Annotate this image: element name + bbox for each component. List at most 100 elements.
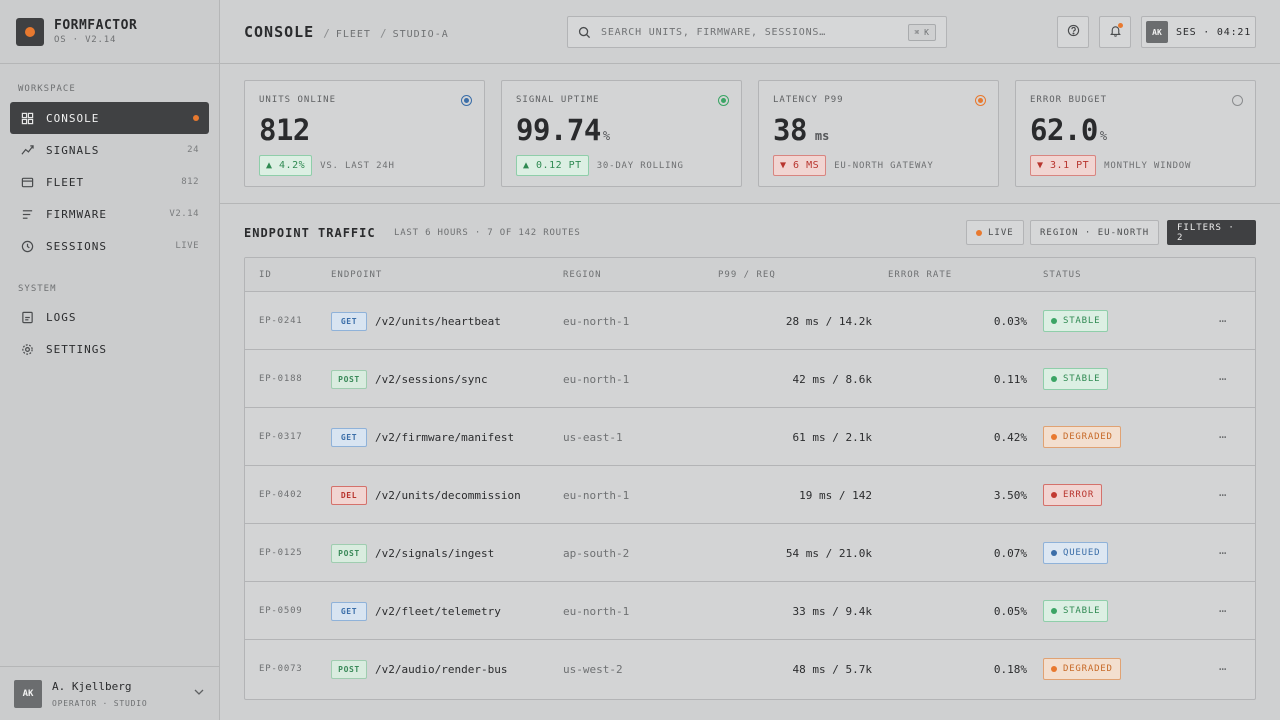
status-label: STABLE [1063, 316, 1101, 326]
session-indicator[interactable]: AK SES · 04:21 [1141, 16, 1256, 48]
user-menu[interactable]: AK A. Kjellberg OPERATOR · STUDIO [0, 666, 219, 720]
more-options-icon[interactable]: ⋯ [1219, 582, 1227, 640]
sidebar-item-fleet[interactable]: FLEET 812 [10, 166, 209, 198]
more-options-icon[interactable]: ⋯ [1219, 640, 1227, 698]
breadcrumb-separator: / [323, 27, 330, 40]
traffic-header: ENDPOINT TRAFFIC LAST 6 HOURS · 7 OF 142… [244, 220, 1256, 246]
endpoint-path[interactable]: /v2/sessions/sync [375, 373, 488, 386]
table-row[interactable]: EP-0188 POST/v2/sessions/sync eu-north-1 42… [245, 350, 1255, 408]
avatar: AK [1146, 21, 1168, 43]
status-cell: ERROR [1043, 466, 1103, 524]
p99-cell: 54 ms / 21.0k [785, 546, 872, 560]
breadcrumb-studio[interactable]: STUDIO-A [393, 29, 449, 40]
kpi-card-units-online[interactable]: UNITS ONLINE 812 ▲ 4.2% VS. LAST 24H [244, 80, 485, 187]
method-badge: GET [331, 427, 367, 447]
status-badge: ERROR [1043, 484, 1103, 506]
column-header-endpoint[interactable]: ENDPOINT [331, 270, 382, 280]
error-rate-cell: 0.07% [993, 546, 1027, 560]
kpi-card-latency-p99[interactable]: LATENCY P99 38 ms ▼ 6 MS EU-NORTH GATEWA… [758, 80, 999, 187]
more-options-icon[interactable]: ⋯ [1219, 350, 1227, 408]
filters-button[interactable]: FILTERS · 2 [1167, 220, 1256, 245]
method-badge: POST [331, 659, 367, 679]
notifications-button[interactable] [1099, 16, 1131, 48]
endpoint-path[interactable]: /v2/units/heartbeat [375, 315, 501, 328]
status-badge: STABLE [1043, 310, 1109, 332]
endpoint-id: EP-0317 [259, 432, 303, 442]
keyboard-shortcut: ⌘ K [907, 23, 936, 41]
table-row[interactable]: EP-0241 GET/v2/units/heartbeat eu-north-1 2… [245, 292, 1255, 350]
table-row[interactable]: EP-0509 GET/v2/fleet/telemetry eu-north-1 3… [245, 582, 1255, 640]
status-badge: STABLE [1043, 600, 1109, 622]
search-box[interactable]: ⌘ K [567, 16, 947, 48]
table-body: EP-0241 GET/v2/units/heartbeat eu-north-1 2… [245, 292, 1255, 698]
page-title: CONSOLE [244, 23, 315, 41]
endpoint-path[interactable]: /v2/fleet/telemetry [375, 605, 501, 618]
sidebar-item-label: FIRMWARE [46, 207, 107, 221]
sidebar-item-badge: V2.14 [169, 209, 199, 219]
column-header-status[interactable]: STATUS [1043, 270, 1082, 280]
kpi-card-signal-uptime[interactable]: SIGNAL UPTIME 99.74 % ▲ 0.12 PT 30-DAY R… [501, 80, 742, 187]
kpi-value: 38 [773, 113, 807, 147]
error-rate-cell: 0.42% [993, 430, 1027, 444]
p99-cell: 19 ms / 142 [799, 488, 872, 502]
sidebar-item-firmware[interactable]: FIRMWARE V2.14 [10, 198, 209, 230]
sidebar-item-logs[interactable]: LOGS [10, 301, 209, 333]
table-row[interactable]: EP-0402 DEL/v2/units/decommission eu-north… [245, 466, 1255, 524]
active-indicator-dot [193, 115, 199, 121]
column-header-error-rate[interactable]: ERROR RATE [888, 270, 952, 280]
kpi-card-error-budget[interactable]: ERROR BUDGET 62.0 % ▼ 3.1 PT MONTHLY WIN… [1015, 80, 1256, 187]
gear-icon [20, 342, 34, 356]
table-row[interactable]: EP-0073 POST/v2/audio/render-bus us-west-2… [245, 640, 1255, 698]
breadcrumb-fleet[interactable]: FLEET [336, 29, 371, 40]
kpi-note: VS. LAST 24H [320, 160, 395, 171]
status-dot-icon [1051, 434, 1057, 440]
kpi-delta: ▲ 0.12 PT [516, 155, 589, 176]
region-cell: ap-south-2 [563, 546, 630, 560]
sidebar-item-settings[interactable]: SETTINGS [10, 333, 209, 365]
status-dot-icon [1051, 666, 1057, 672]
column-header-p99[interactable]: P99 / REQ [718, 270, 776, 280]
endpoint-path[interactable]: /v2/firmware/manifest [375, 431, 514, 444]
help-icon [1067, 24, 1080, 40]
session-label: SES · 04:21 [1176, 26, 1252, 38]
kpi-label: SIGNAL UPTIME [516, 95, 600, 105]
endpoint-path[interactable]: /v2/audio/render-bus [375, 663, 507, 676]
sidebar-item-badge: 812 [181, 177, 199, 187]
more-options-icon[interactable]: ⋯ [1219, 524, 1227, 582]
table-row[interactable]: EP-0317 GET/v2/firmware/manifest us-east-1… [245, 408, 1255, 466]
kpi-value: 62.0 [1030, 113, 1098, 147]
p99-cell: 28 ms / 14.2k [785, 314, 872, 328]
endpoint-cell: POST/v2/sessions/sync [331, 350, 488, 408]
table-row[interactable]: EP-0125 POST/v2/signals/ingest ap-south-2 5… [245, 524, 1255, 582]
sidebar-item-badge: LIVE [175, 241, 199, 251]
error-rate-cell: 0.05% [993, 604, 1027, 618]
live-toggle-button[interactable]: LIVE [966, 220, 1024, 245]
status-badge: DEGRADED [1043, 426, 1121, 448]
more-options-icon[interactable]: ⋯ [1219, 292, 1227, 350]
sidebar-item-console[interactable]: CONSOLE [10, 102, 209, 134]
table-header-row: ID ENDPOINT REGION P99 / REQ ERROR RATE … [245, 258, 1255, 292]
status-ring-icon [1232, 95, 1243, 106]
status-ring-icon [975, 95, 986, 106]
endpoint-path[interactable]: /v2/signals/ingest [375, 547, 494, 560]
more-options-icon[interactable]: ⋯ [1219, 408, 1227, 466]
sidebar-item-badge: 24 [187, 145, 199, 155]
kpi-unit: % [602, 129, 611, 143]
status-label: STABLE [1063, 606, 1101, 616]
chevron-down-icon[interactable] [193, 686, 205, 701]
p99-cell: 42 ms / 8.6k [792, 372, 872, 386]
kpi-label: LATENCY P99 [773, 95, 844, 105]
column-header-region[interactable]: REGION [563, 270, 602, 280]
sidebar-item-sessions[interactable]: SESSIONS LIVE [10, 230, 209, 262]
help-button[interactable] [1057, 16, 1089, 48]
sidebar-item-signals[interactable]: SIGNALS 24 [10, 134, 209, 166]
error-rate-cell: 0.11% [993, 372, 1027, 386]
endpoint-path[interactable]: /v2/units/decommission [375, 489, 521, 502]
more-options-icon[interactable]: ⋯ [1219, 466, 1227, 524]
notification-dot [1118, 23, 1123, 28]
region-filter-button[interactable]: REGION · EU-NORTH [1030, 220, 1160, 245]
kpi-delta: ▲ 4.2% [259, 155, 313, 176]
search-input[interactable] [601, 26, 908, 38]
column-header-id[interactable]: ID [259, 270, 272, 280]
p99-cell: 48 ms / 5.7k [792, 662, 872, 676]
